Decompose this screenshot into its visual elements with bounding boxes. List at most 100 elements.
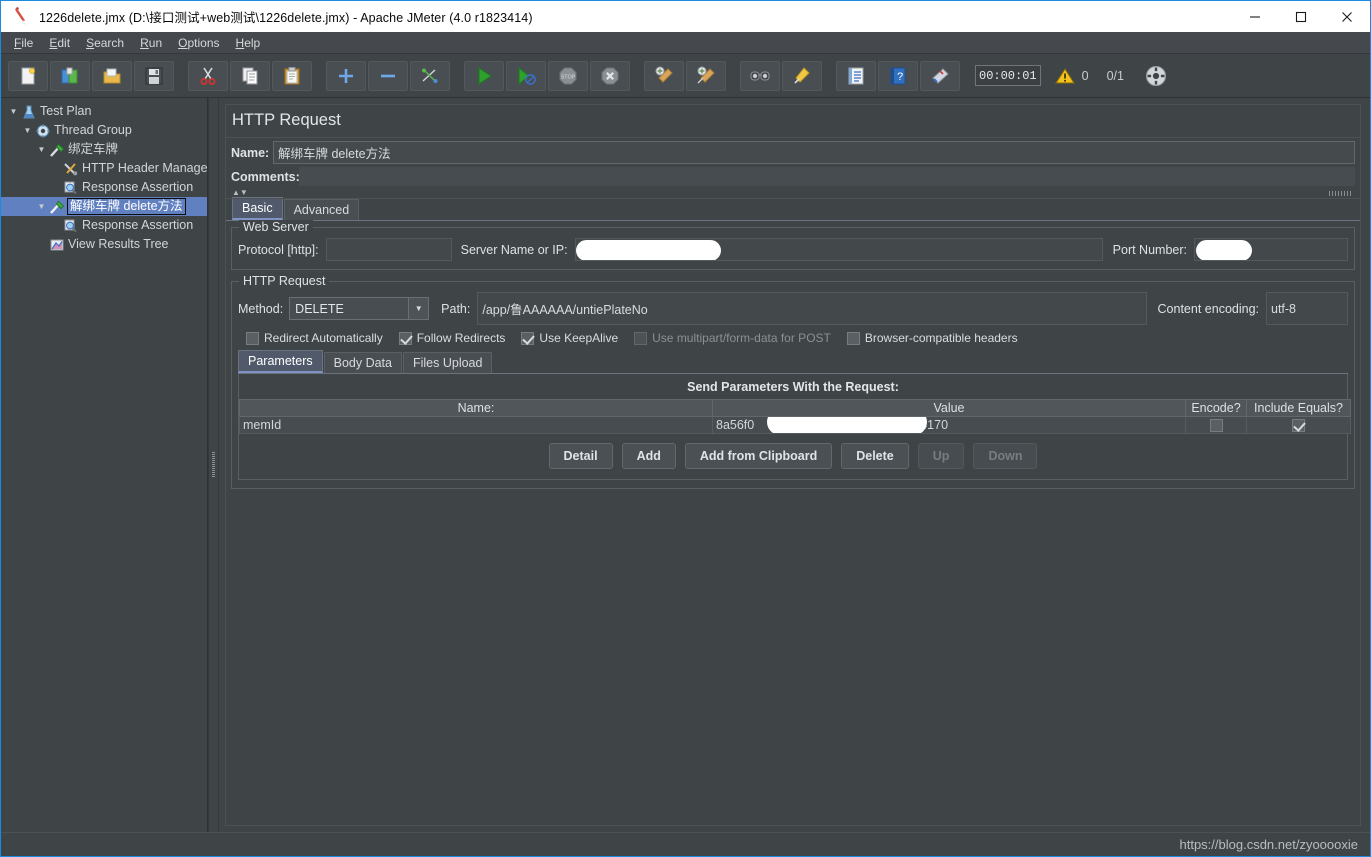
twisty-icon[interactable]: ▼ — [35, 202, 48, 211]
tree-node-test-plan[interactable]: ▼ Test Plan — [1, 102, 207, 121]
remote-icon[interactable] — [1136, 61, 1176, 91]
menu-options[interactable]: Options — [170, 34, 227, 52]
chevron-down-icon[interactable]: ▼ — [408, 298, 429, 319]
twisty-icon[interactable]: ▼ — [21, 126, 34, 135]
checkbox-box-icon[interactable] — [846, 331, 860, 345]
up-button: Up — [917, 443, 965, 469]
tab-advanced[interactable]: Advanced — [283, 199, 360, 220]
checkbox-browser-compatible-headers[interactable]: Browser-compatible headers — [846, 331, 1018, 345]
add-button[interactable]: Add — [621, 443, 676, 469]
tree-node-thread-group[interactable]: ▼ Thread Group — [1, 121, 207, 140]
menu-search-rest: earch — [94, 35, 125, 50]
expand-all-icon[interactable] — [326, 60, 366, 91]
menu-help[interactable]: Help — [228, 34, 269, 52]
web-server-row: Protocol [http]: Server Name or IP: Port… — [238, 238, 1348, 261]
checkbox-follow-redirects[interactable]: Follow Redirects — [398, 331, 505, 345]
method-select[interactable]: DELETE ▼ — [289, 297, 430, 320]
clear-icon[interactable] — [644, 60, 684, 91]
column-header-include-equals[interactable]: Include Equals? — [1246, 399, 1351, 417]
menu-search[interactable]: Search — [78, 34, 132, 52]
tab-body-data[interactable]: Body Data — [323, 352, 402, 373]
checkbox-use-keepalive[interactable]: Use KeepAlive — [521, 331, 618, 345]
checkbox-redirect-automatically[interactable]: Redirect Automatically — [246, 331, 383, 345]
tree-node-view-results-tree[interactable]: View Results Tree — [1, 235, 207, 254]
checkbox-box-icon[interactable] — [521, 331, 535, 345]
new-icon[interactable] — [8, 60, 48, 91]
column-header-value[interactable]: Value — [712, 399, 1186, 417]
delete-button[interactable]: Delete — [841, 443, 909, 469]
open-icon[interactable] — [92, 60, 132, 91]
active-thread-count: 0/1 — [1106, 68, 1124, 83]
down-button: Down — [973, 443, 1038, 469]
comments-input[interactable] — [299, 167, 1355, 186]
panel-splitter[interactable] — [208, 98, 219, 832]
maximize-button[interactable] — [1278, 1, 1324, 32]
window-title: 1226delete.jmx (D:\接口测试+web测试\1226delete… — [39, 11, 533, 25]
warning-triangle-icon — [1054, 67, 1075, 83]
paste-icon[interactable] — [272, 60, 312, 91]
shutdown-icon[interactable] — [590, 60, 630, 91]
cell-param-name[interactable]: memId — [239, 416, 713, 434]
clear-all-icon[interactable] — [686, 60, 726, 91]
content-encoding-input[interactable]: utf-8 — [1266, 292, 1348, 325]
search-reset-icon[interactable] — [782, 60, 822, 91]
checkbox-box-icon[interactable] — [246, 331, 259, 345]
start-no-pauses-icon[interactable] — [506, 60, 546, 91]
test-plan-tree[interactable]: ▼ Test Plan ▼ Thread Group ▼ 绑定车牌 HTTP H… — [1, 98, 208, 832]
detail-button[interactable]: Detail — [548, 443, 613, 469]
twisty-icon[interactable]: ▼ — [35, 145, 48, 154]
menu-file[interactable]: File — [6, 34, 41, 52]
table-row[interactable]: memId 8a56f0 4170 — [239, 416, 1351, 434]
tab-files-upload[interactable]: Files Upload — [402, 352, 493, 373]
stop-icon[interactable]: STOP — [548, 60, 588, 91]
minimize-button[interactable] — [1232, 1, 1278, 32]
search-icon[interactable] — [740, 60, 780, 91]
tree-node-untie-plate-delete[interactable]: ▼ 解绑车牌 delete方法 — [1, 197, 207, 216]
tree-node-http-header-manager[interactable]: HTTP Header Manager — [1, 159, 207, 178]
tree-node-label: 绑定车牌 — [68, 142, 119, 156]
tab-parameters[interactable]: Parameters — [238, 350, 323, 373]
section-collapse-bar[interactable]: ▲▼ — [226, 188, 1360, 199]
tree-node-response-assertion-1[interactable]: Response Assertion — [1, 178, 207, 197]
twisty-icon[interactable]: ▼ — [7, 107, 20, 116]
cut-icon[interactable] — [188, 60, 228, 91]
warning-indicator[interactable]: 0 — [1054, 67, 1089, 85]
checkbox-box-icon[interactable] — [398, 331, 412, 345]
port-number-input[interactable] — [1194, 238, 1348, 261]
templates-icon[interactable] — [50, 60, 90, 91]
path-input[interactable]: /app/鲁AAAAAA/untiePlateNo — [477, 292, 1147, 325]
tree-node-response-assertion-2[interactable]: Response Assertion — [1, 216, 207, 235]
save-icon[interactable] — [134, 60, 174, 91]
cell-param-value-prefix: 8a56f0 — [716, 418, 755, 432]
tree-node-label: View Results Tree — [68, 237, 169, 251]
function-helper-icon[interactable] — [836, 60, 876, 91]
menu-run[interactable]: Run — [132, 34, 170, 52]
add-from-clipboard-button[interactable]: Add from Clipboard — [684, 443, 833, 469]
main-tabstrip: Basic Advanced — [226, 197, 1360, 221]
checkbox-box-icon[interactable] — [1209, 419, 1223, 433]
menu-edit[interactable]: Edit — [41, 34, 78, 52]
cell-param-value[interactable]: 8a56f0 4170 — [712, 416, 1186, 434]
help-icon[interactable]: ? — [878, 60, 918, 91]
toggle-icon[interactable] — [410, 60, 450, 91]
collapse-all-icon[interactable] — [368, 60, 408, 91]
tree-node-label: Thread Group — [54, 123, 132, 137]
jmeter-window: 1226delete.jmx (D:\接口测试+web测试\1226delete… — [0, 0, 1371, 857]
cell-include-equals[interactable] — [1246, 416, 1351, 434]
start-icon[interactable] — [464, 60, 504, 91]
close-button[interactable] — [1324, 1, 1370, 32]
server-name-input[interactable] — [574, 238, 1103, 261]
tree-node-bind-plate[interactable]: ▼ 绑定车牌 — [1, 140, 207, 159]
column-header-encode[interactable]: Encode? — [1185, 399, 1247, 417]
checkbox-box-icon[interactable] — [1292, 419, 1305, 433]
undo-icon[interactable] — [920, 60, 960, 91]
cell-encode[interactable] — [1185, 416, 1247, 434]
protocol-input[interactable] — [325, 238, 452, 261]
copy-icon[interactable] — [230, 60, 270, 91]
column-header-name[interactable]: Name: — [239, 399, 713, 417]
collapse-arrows-icon[interactable]: ▲▼ — [232, 189, 248, 197]
tab-basic[interactable]: Basic — [232, 197, 283, 220]
name-input[interactable]: 解绑车牌 delete方法 — [273, 141, 1355, 164]
checkbox-label: Browser-compatible headers — [864, 331, 1018, 345]
tree-node-label: Response Assertion — [82, 218, 194, 232]
